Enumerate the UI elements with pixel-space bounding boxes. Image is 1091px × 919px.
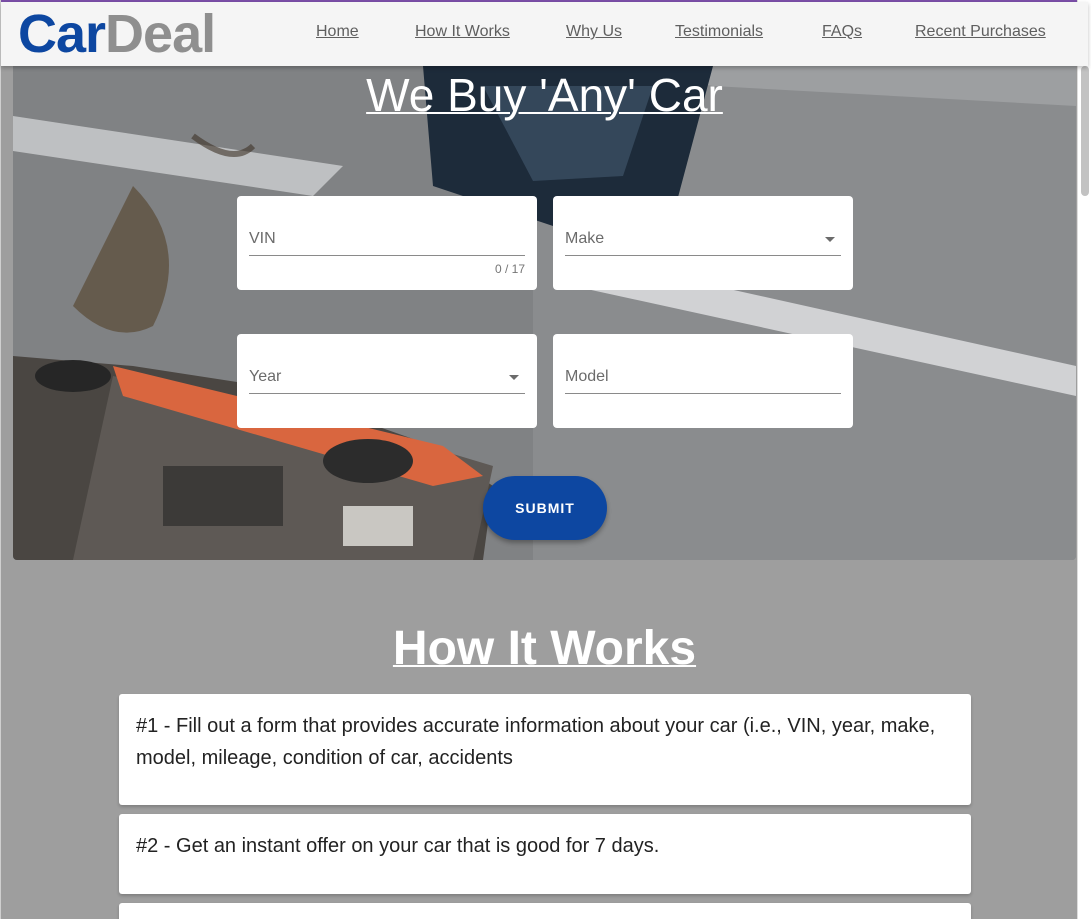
make-dropdown-arrow-icon[interactable] — [825, 237, 835, 242]
scrollbar-thumb[interactable] — [1081, 66, 1089, 196]
make-select[interactable]: Make — [553, 196, 853, 290]
nav-home-link[interactable]: Home — [316, 23, 359, 41]
nav-why-us-link[interactable]: Why Us — [566, 23, 622, 41]
year-underline — [249, 393, 525, 394]
model-field[interactable]: Model — [553, 334, 853, 428]
vin-field[interactable]: VIN 0 / 17 — [237, 196, 537, 290]
year-label: Year — [249, 368, 282, 385]
step-card-2: #2 - Get an instant offer on your car th… — [119, 814, 971, 894]
logo[interactable]: CarDeal — [18, 4, 216, 64]
year-dropdown-arrow-icon[interactable] — [509, 375, 519, 380]
make-label: Make — [565, 230, 605, 247]
make-underline — [565, 255, 841, 256]
hero-section: We Buy 'Any' Car VIN 0 / 17 Make Year Mo… — [13, 66, 1076, 560]
nav-recent-purchases-link[interactable]: Recent Purchases — [915, 23, 1046, 41]
page-scrollbar[interactable] — [1077, 0, 1091, 919]
year-select[interactable]: Year — [237, 334, 537, 428]
step-2-text: #2 - Get an instant offer on your car th… — [136, 835, 660, 857]
step-card-3 — [119, 903, 971, 919]
submit-button[interactable]: SUBMIT — [483, 476, 607, 540]
nav-faqs-link[interactable]: FAQs — [822, 23, 862, 41]
nav-how-it-works-link[interactable]: How It Works — [415, 23, 510, 41]
hero-title: We Buy 'Any' Car — [366, 69, 723, 121]
vin-label: VIN — [249, 230, 276, 247]
logo-part-deal: Deal — [105, 4, 216, 64]
model-label: Model — [565, 368, 609, 385]
model-underline — [565, 393, 841, 394]
nav-testimonials-link[interactable]: Testimonials — [675, 23, 763, 41]
page: CarDeal Home How It Works Why Us Testimo… — [0, 0, 1091, 919]
logo-part-car: Car — [18, 4, 106, 64]
vin-underline — [249, 255, 525, 256]
step-1-text: #1 - Fill out a form that provides accur… — [136, 715, 936, 769]
site-header: CarDeal Home How It Works Why Us Testimo… — [1, 2, 1088, 66]
step-card-1: #1 - Fill out a form that provides accur… — [119, 694, 971, 805]
vin-character-counter: 0 / 17 — [494, 262, 525, 276]
how-it-works-title: How It Works — [392, 622, 697, 675]
